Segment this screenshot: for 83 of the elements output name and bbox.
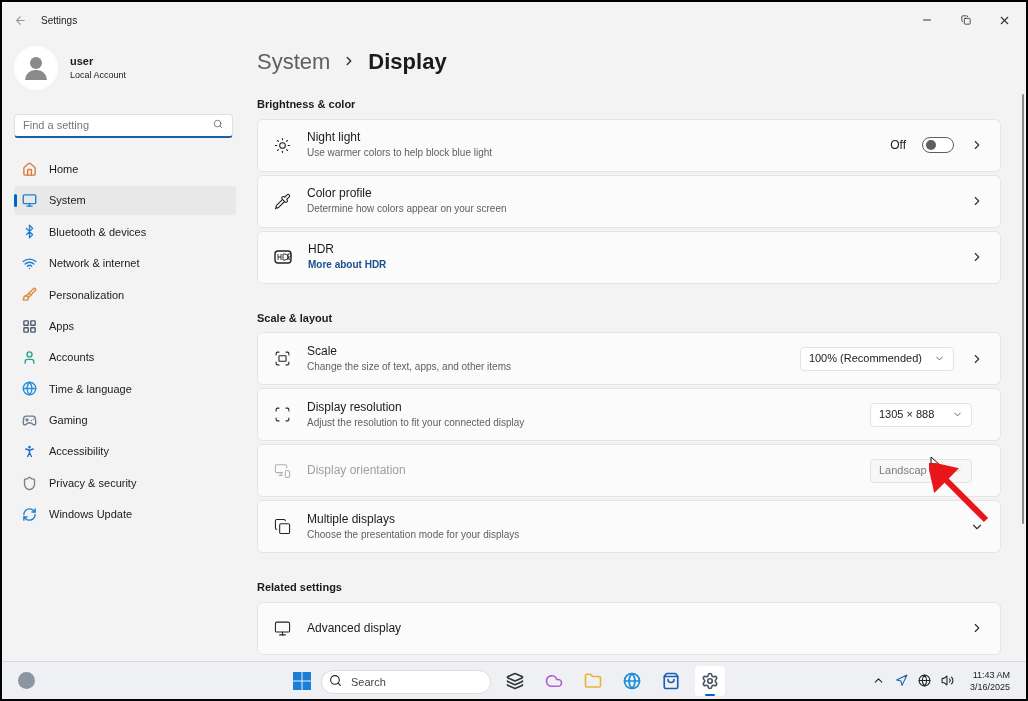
setting-description: Choose the presentation mode for your displays — [307, 527, 521, 542]
store-icon — [661, 671, 680, 690]
nav-item[interactable]: System — [14, 186, 236, 215]
apps-grid-icon — [22, 318, 37, 334]
setting-description: Determine how colors appear on your screen — [307, 202, 508, 216]
setting-row[interactable]: Color profile Determine how colors appear on your screen — [257, 174, 1001, 228]
setting-row[interactable]: Display resolution Adjust the resolution to fit your connected display 1305 × 888 — [257, 388, 1001, 441]
account-name: user — [70, 54, 95, 68]
section-heading: Brightness & color — [257, 97, 357, 112]
start-button[interactable] — [291, 670, 312, 691]
monitor-icon — [274, 619, 291, 637]
dropdown[interactable]: 100% (Recommended) — [799, 346, 954, 371]
toggle-switch[interactable] — [922, 137, 954, 153]
setting-title: Display resolution — [307, 399, 403, 415]
nav-item[interactable]: Accounts — [14, 343, 236, 372]
wifi-icon — [22, 255, 37, 271]
setting-title: Advanced display — [307, 620, 403, 636]
nav-item[interactable]: Bluetooth & devices — [14, 217, 236, 247]
settings-search-field[interactable]: Find a setting — [14, 113, 233, 138]
setting-description: Use warmer colors to help block blue light — [307, 146, 494, 160]
search-icon — [213, 119, 223, 129]
nav-item[interactable]: Network & internet — [14, 249, 236, 278]
restore-icon[interactable] — [961, 15, 971, 25]
settings-icon — [700, 671, 719, 690]
hdr-icon — [274, 250, 292, 264]
setting-title: HDR — [308, 242, 335, 257]
setting-row[interactable]: Advanced display — [257, 601, 1001, 655]
setting-row[interactable]: Multiple displays Choose the presentation mode for your displays — [257, 500, 1001, 553]
sun-icon — [274, 136, 291, 154]
shield-icon — [22, 475, 37, 491]
page-title: Display — [368, 47, 447, 76]
clock-time: 11:43 AM — [972, 668, 1010, 681]
annotation-arrow — [929, 463, 989, 523]
taskbar-search-field[interactable]: Search — [320, 669, 491, 694]
home-icon — [22, 161, 37, 177]
folder-icon — [583, 671, 602, 690]
multiple-displays-icon — [274, 518, 291, 535]
nav-item[interactable]: Home — [14, 155, 236, 184]
setting-title: Multiple displays — [307, 511, 397, 527]
nav-item[interactable]: Gaming — [14, 406, 236, 435]
setting-title: Display orientation — [307, 463, 407, 478]
back-icon[interactable] — [14, 13, 27, 27]
breadcrumb-link[interactable]: System — [257, 44, 331, 78]
section-heading: Scale & layout — [257, 310, 334, 326]
scale-icon — [274, 350, 291, 367]
nav-item[interactable]: Accessibility — [14, 437, 236, 466]
nav-item[interactable]: Windows Update — [14, 500, 236, 529]
search-icon — [328, 673, 342, 687]
network-icon[interactable] — [917, 674, 931, 687]
taskbar-app[interactable] — [694, 665, 725, 696]
update-icon — [22, 507, 37, 522]
resolution-icon — [274, 406, 291, 423]
orientation-icon — [274, 462, 291, 479]
nav-item[interactable]: Personalization — [14, 280, 236, 309]
nav-item[interactable]: Privacy & security — [14, 468, 236, 498]
section-heading: Related settings — [257, 580, 343, 595]
setting-title: Color profile — [307, 186, 373, 201]
volume-icon[interactable] — [940, 674, 954, 687]
task-view-icon — [505, 671, 524, 690]
location-icon[interactable] — [894, 674, 908, 687]
setting-description: Adjust the resolution to fit your connected display — [307, 415, 526, 430]
eyedropper-icon — [274, 192, 291, 210]
accessibility-icon — [22, 444, 37, 460]
setting-row[interactable]: Scale Change the size of text, apps, and other items 100% (Recommended) — [257, 332, 1001, 385]
avatar — [14, 46, 58, 90]
brush-icon — [22, 287, 37, 303]
account-type: Local Account — [70, 69, 127, 82]
setting-row[interactable]: Night light Use warmer colors to help block blue light Off — [257, 118, 1001, 172]
nav-item[interactable]: Time & language — [14, 374, 236, 404]
person-icon — [22, 350, 37, 366]
setting-title: Night light — [307, 130, 362, 145]
gamepad-icon — [22, 412, 37, 428]
weather-icon[interactable] — [18, 672, 35, 689]
dropdown[interactable]: 1305 × 888 — [870, 402, 972, 427]
monitor-icon — [22, 193, 37, 209]
toggle-state-label: Off — [890, 137, 906, 154]
clock-date: 3/16/2025 — [969, 680, 1010, 693]
setting-description: Change the size of text, apps, and other items — [307, 359, 512, 374]
setting-row[interactable]: HDR More about HDR — [257, 230, 1001, 284]
nav-item[interactable]: Apps — [14, 311, 236, 341]
window-title: Settings — [41, 13, 78, 28]
setting-title: Scale — [307, 343, 339, 359]
more-about-link[interactable]: More about HDR — [308, 257, 954, 272]
